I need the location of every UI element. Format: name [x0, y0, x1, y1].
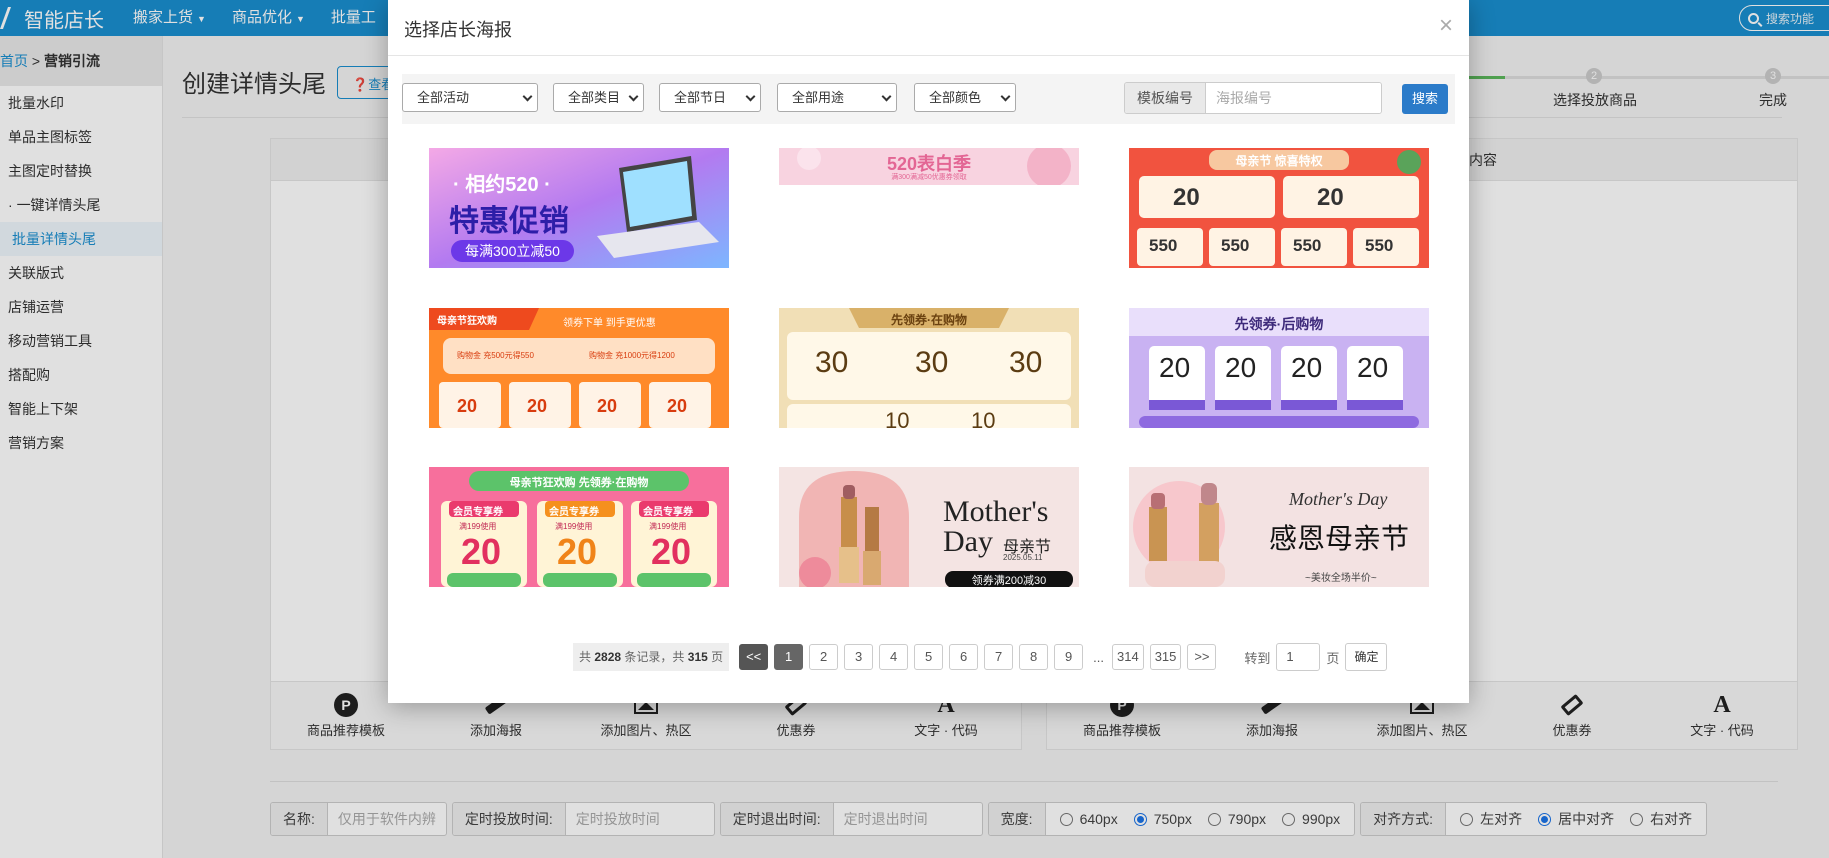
poster-text: 30: [915, 346, 949, 379]
search-button[interactable]: 搜索: [1402, 84, 1448, 114]
poster-text: 母亲节 惊喜特权: [1235, 154, 1323, 168]
chevron-down-icon: [881, 91, 892, 102]
poster-text: 先领券·后购物: [1234, 316, 1324, 332]
poster-text: 会员专享券: [549, 507, 599, 518]
poster-text: 购物金 充1000元得1200: [589, 351, 675, 360]
poster-text: 会员专享券: [453, 507, 503, 518]
page-button-2[interactable]: 2: [809, 644, 839, 670]
poster-text: 550: [1365, 236, 1394, 255]
pagination-summary: 共 2828 条记录，共 315 页: [573, 643, 730, 671]
poster-thumbnail[interactable]: 先领券·在购物 30 30 30 10 10: [779, 308, 1079, 428]
poster-text: ~美妆全场半价~: [1305, 573, 1377, 584]
chevron-down-icon: [1000, 91, 1011, 102]
modal-title: 选择店长海报: [404, 20, 512, 40]
poster-text: 特惠促销: [449, 205, 569, 238]
usage-filter-select[interactable]: 全部用途: [777, 83, 897, 112]
poster-text: 20: [1317, 184, 1344, 211]
goto-unit: 页: [1326, 650, 1340, 666]
close-icon[interactable]: ×: [1439, 14, 1453, 38]
poster-text: 10: [885, 408, 910, 428]
chevron-down-icon: [628, 91, 639, 102]
poster-thumbnail[interactable]: 520表白季 满300满减50优惠券领取: [779, 148, 1079, 185]
poster-text: 先领券·在购物: [891, 313, 967, 327]
poster-text: 20: [557, 531, 598, 572]
poster-text: Mother's Day: [1289, 489, 1388, 509]
poster-thumbnail[interactable]: 母亲节狂欢购 领券下单 到手更优惠 购物金 充500元得550 购物金 充100…: [429, 308, 729, 428]
prev-page-button[interactable]: <<: [739, 644, 769, 670]
template-code-input[interactable]: 海报编号: [1206, 83, 1381, 113]
color-filter-select[interactable]: 全部颜色: [914, 83, 1016, 112]
poster-thumbnail[interactable]: 母亲节 惊喜特权 20 20 550 550 550 550: [1129, 148, 1429, 268]
poster-text: 30: [1009, 346, 1043, 379]
template-code-label: 模板编号: [1125, 83, 1206, 113]
category-filter-select[interactable]: 全部类目: [553, 83, 644, 112]
festival-filter-select[interactable]: 全部节日: [659, 83, 761, 112]
poster-text: Day: [943, 525, 993, 558]
poster-text: 会员专享券: [643, 507, 693, 518]
poster-text: · 相约520 ·: [453, 174, 551, 196]
poster-text: 550: [1221, 236, 1250, 255]
page-button-5[interactable]: 5: [914, 644, 944, 670]
poster-thumbnail[interactable]: 母亲节狂欢购 先领券·在购物 会员专享券 会员专享券 会员专享券 满199使用 …: [429, 467, 729, 587]
page-button-6[interactable]: 6: [949, 644, 979, 670]
poster-text: 领券满200减30: [971, 575, 1047, 587]
template-code-group: 模板编号 海报编号: [1124, 82, 1382, 114]
poster-text: 550: [1149, 236, 1178, 255]
poster-text: 20: [1173, 184, 1200, 211]
pagination-ellipsis: ...: [1093, 649, 1104, 665]
page-button-4[interactable]: 4: [879, 644, 909, 670]
poster-text: 20: [597, 396, 618, 416]
poster-text: 30: [815, 346, 849, 379]
poster-text: 每满300立减50: [451, 240, 574, 262]
poster-picker-modal: 选择店长海报 × 全部活动 全部类目 全部节日 全部用途 全部颜色 模板编号 海…: [388, 0, 1469, 703]
poster-text: 20: [527, 396, 548, 416]
poster-text: 购物金 充500元得550: [457, 351, 534, 360]
poster-thumbnail[interactable]: Mother's Day 母亲节 2025.05.11 领券满200减30: [779, 467, 1079, 587]
poster-text: 母亲节狂欢购 先领券·在购物: [509, 477, 649, 489]
page-button-7[interactable]: 7: [984, 644, 1014, 670]
page-button-314[interactable]: 314: [1112, 644, 1144, 670]
poster-text: 20: [1291, 352, 1323, 383]
page-button-3[interactable]: 3: [844, 644, 874, 670]
activity-filter-select[interactable]: 全部活动: [402, 83, 538, 112]
page-button-9[interactable]: 9: [1054, 644, 1084, 670]
poster-thumbnail[interactable]: · 相约520 · 特惠促销 每满300立减50: [429, 148, 729, 268]
next-page-button[interactable]: >>: [1187, 644, 1217, 670]
page-button-8[interactable]: 8: [1019, 644, 1049, 670]
poster-text: 20: [1357, 352, 1389, 383]
poster-text: Mother's: [943, 495, 1049, 528]
poster-text: 20: [1225, 352, 1257, 383]
goto-confirm-button[interactable]: 确定: [1345, 643, 1388, 671]
poster-text: 2025.05.11: [1003, 553, 1043, 562]
poster-text: 母亲节狂欢购: [437, 316, 497, 327]
page-button-1[interactable]: 1: [774, 644, 804, 670]
poster-text: 感恩母亲节: [1269, 522, 1410, 555]
pagination: 共 2828 条记录，共 315 页 << 1 2 3 4 5 6 7 8 9 …: [573, 643, 1388, 671]
filter-bar: 全部活动 全部类目 全部节日 全部用途 全部颜色 模板编号 海报编号 搜索: [402, 74, 1455, 124]
modal-header: 选择店长海报 ×: [388, 0, 1469, 56]
goto-label: 转到: [1244, 650, 1271, 666]
poster-text: 20: [461, 531, 502, 572]
poster-text: 满300满减50优惠券领取: [891, 174, 967, 181]
poster-thumbnail[interactable]: 先领券·后购物 20 20 20 20: [1129, 308, 1429, 428]
poster-text: 20: [1159, 352, 1191, 383]
poster-text: 20: [457, 396, 478, 416]
poster-text: 550: [1293, 236, 1322, 255]
poster-text: 领券下单 到手更优惠: [563, 318, 656, 329]
poster-text: 20: [651, 531, 692, 572]
chevron-down-icon: [745, 91, 756, 102]
poster-thumbnail[interactable]: Mother's Day 感恩母亲节 ~美妆全场半价~: [1129, 467, 1429, 587]
goto-page-input[interactable]: 1: [1276, 643, 1321, 671]
page-button-315[interactable]: 315: [1149, 644, 1182, 670]
poster-text: 20: [667, 396, 688, 416]
poster-text: 10: [971, 408, 996, 428]
chevron-down-icon: [522, 91, 533, 102]
